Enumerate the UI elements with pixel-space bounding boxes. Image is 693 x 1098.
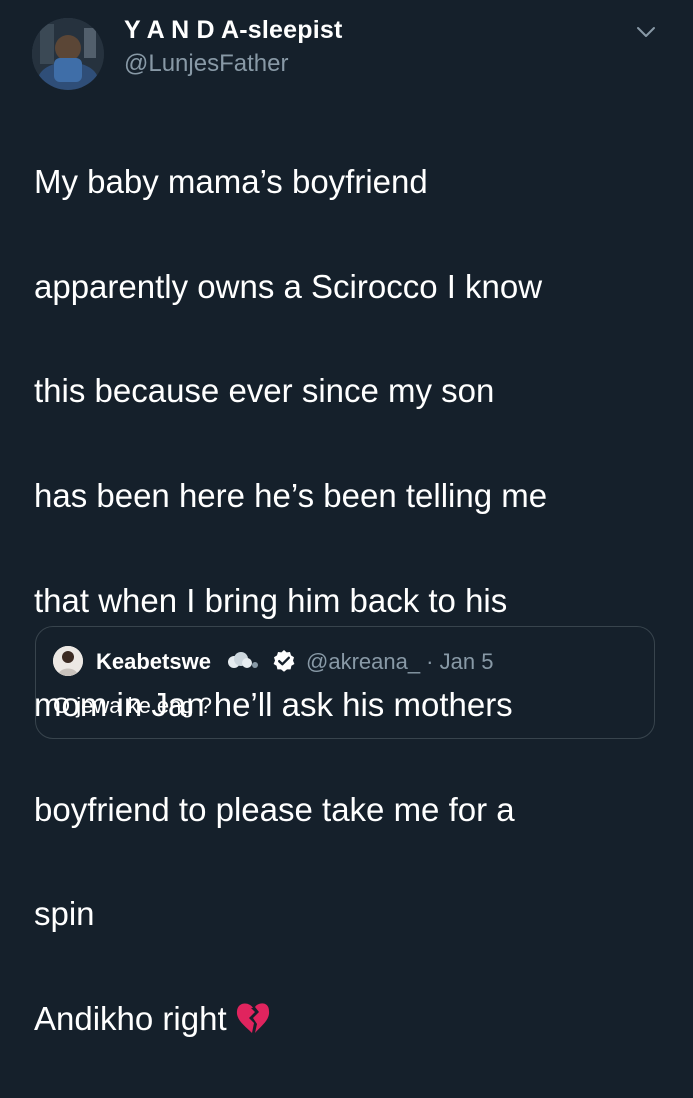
tweet-text: My baby mama’s boyfriend apparently owns… xyxy=(34,104,674,1098)
verified-badge-icon xyxy=(272,649,296,673)
quoted-author-name[interactable]: Keabetswe xyxy=(96,649,211,675)
broken-heart-icon xyxy=(235,998,271,1034)
quoted-author-handle-date: @akreana_ · Jan 5 xyxy=(306,649,494,674)
author-avatar[interactable] xyxy=(32,18,104,90)
tweet-text-line: boyfriend to please take me for a xyxy=(34,790,515,828)
tweet-text-line: Andikho right xyxy=(34,1000,227,1038)
cloud-emoji-icon xyxy=(226,651,260,673)
quoted-tweet-text: O jewa ke eng ? xyxy=(53,693,212,718)
tweet-text-last-line: Andikho right xyxy=(34,993,674,1045)
author-display-name[interactable]: Y A N D A-sleepist xyxy=(124,16,342,45)
tweet-text-line: spin xyxy=(34,895,95,933)
tweet: Y A N D A-sleepist @LunjesFather My baby… xyxy=(0,0,693,1037)
quoted-author-avatar[interactable] xyxy=(53,646,83,676)
tweet-text-line: My baby mama’s boyfriend xyxy=(34,163,428,201)
tweet-text-line: has been here he’s been telling me xyxy=(34,477,548,515)
tweet-text-line: that when I bring him back to his xyxy=(34,581,508,619)
quoted-tweet[interactable]: Keabetswe @akreana_ · Jan 5 O jewa ke en… xyxy=(35,626,655,739)
chevron-down-icon[interactable] xyxy=(634,20,658,44)
tweet-text-line: this because ever since my son xyxy=(34,372,495,410)
author-handle[interactable]: @LunjesFather xyxy=(124,50,288,78)
tweet-text-line: apparently owns a Scirocco I know xyxy=(34,267,543,305)
